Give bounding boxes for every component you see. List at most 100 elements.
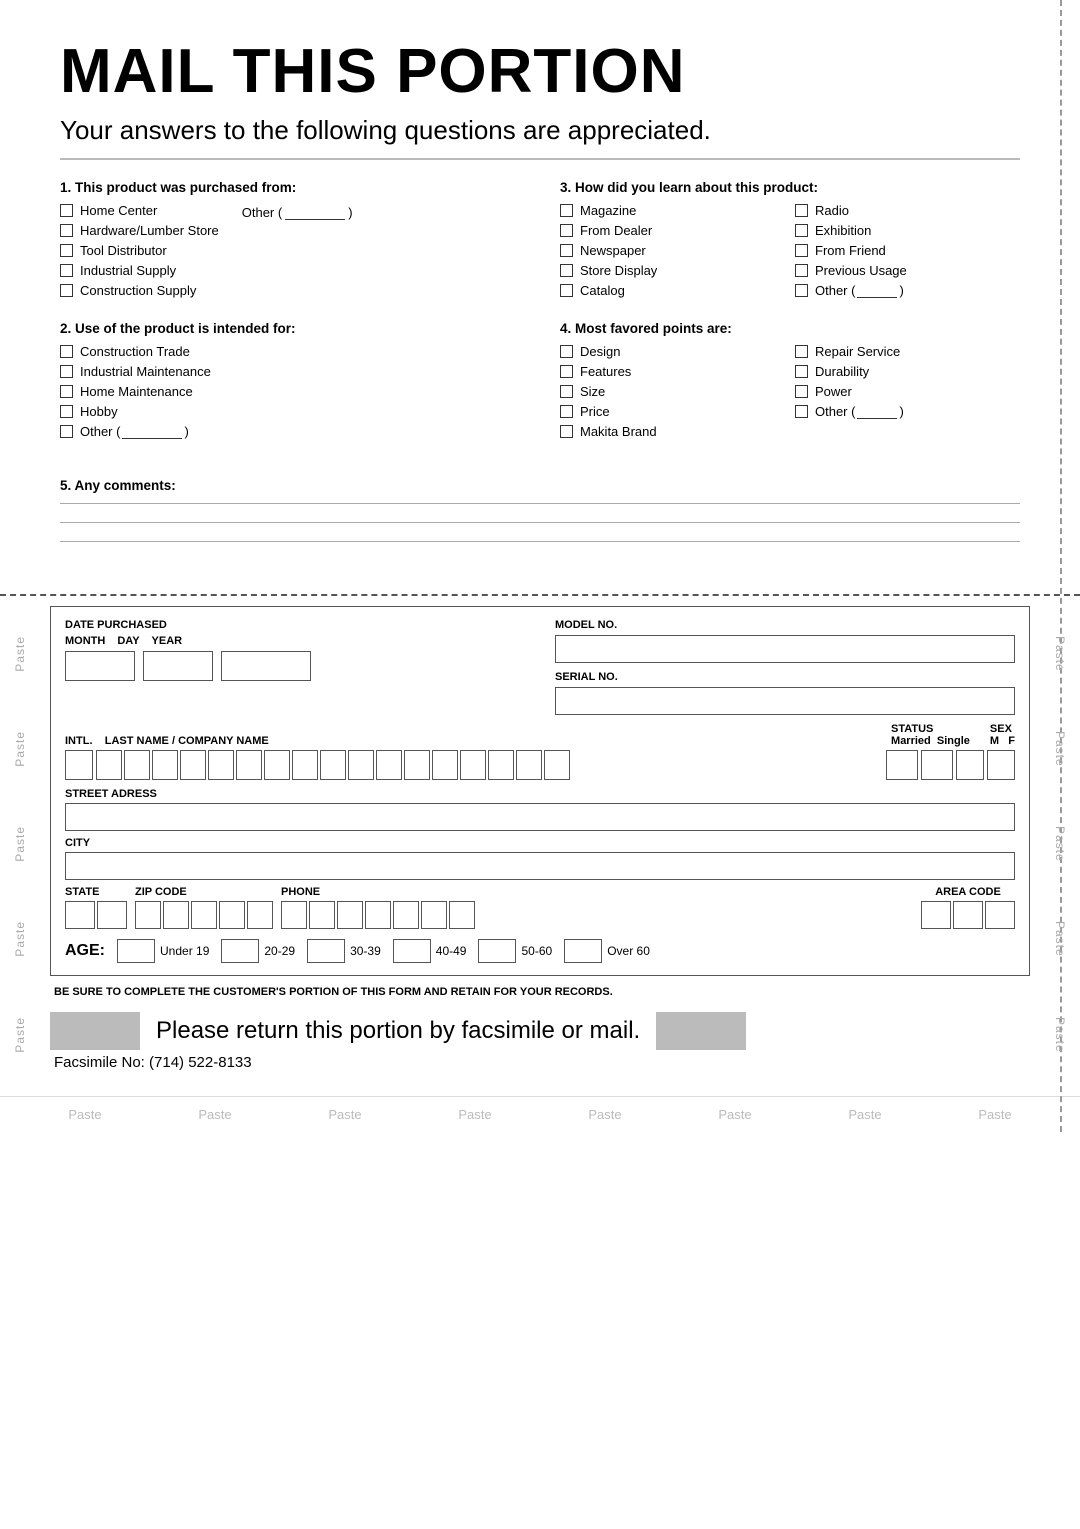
age-checkbox-30-39[interactable] xyxy=(307,939,345,963)
name-cell[interactable] xyxy=(432,750,458,780)
checkbox[interactable] xyxy=(795,345,808,358)
zip-box[interactable] xyxy=(135,901,161,929)
area-code-box-2[interactable] xyxy=(953,901,983,929)
name-cell[interactable] xyxy=(264,750,290,780)
q3-item-7[interactable]: Exhibition xyxy=(795,223,1020,238)
q4-item-2[interactable]: Features xyxy=(560,364,785,379)
checkbox[interactable] xyxy=(560,385,573,398)
phone-box[interactable] xyxy=(393,901,419,929)
q3-item-10[interactable]: Other ( ) xyxy=(795,283,1020,298)
married-box[interactable] xyxy=(886,750,918,780)
checkbox[interactable] xyxy=(60,244,73,257)
age-checkbox-40-49[interactable] xyxy=(393,939,431,963)
state-box-2[interactable] xyxy=(97,901,127,929)
q1-item-1[interactable]: Home Center xyxy=(60,203,219,218)
checkbox[interactable] xyxy=(60,425,73,438)
name-cell[interactable] xyxy=(320,750,346,780)
q3-item-1[interactable]: Magazine xyxy=(560,203,785,218)
q2-item-2[interactable]: Industrial Maintenance xyxy=(60,364,520,379)
age-20-29[interactable]: 20-29 xyxy=(221,939,295,963)
age-30-39[interactable]: 30-39 xyxy=(307,939,381,963)
year-box[interactable] xyxy=(221,651,311,681)
checkbox[interactable] xyxy=(795,244,808,257)
name-cell[interactable] xyxy=(348,750,374,780)
name-cell[interactable] xyxy=(152,750,178,780)
zip-box[interactable] xyxy=(247,901,273,929)
checkbox[interactable] xyxy=(560,224,573,237)
name-cell[interactable] xyxy=(516,750,542,780)
checkbox[interactable] xyxy=(795,385,808,398)
name-cell[interactable] xyxy=(544,750,570,780)
age-under19[interactable]: Under 19 xyxy=(117,939,209,963)
q4-item-1[interactable]: Design xyxy=(560,344,785,359)
zip-box[interactable] xyxy=(163,901,189,929)
phone-box[interactable] xyxy=(281,901,307,929)
q2-item-3[interactable]: Home Maintenance xyxy=(60,384,520,399)
checkbox[interactable] xyxy=(60,405,73,418)
q3-item-3[interactable]: Newspaper xyxy=(560,243,785,258)
model-no-box[interactable] xyxy=(555,635,1015,663)
q3-item-9[interactable]: Previous Usage xyxy=(795,263,1020,278)
age-checkbox-50-60[interactable] xyxy=(478,939,516,963)
checkbox[interactable] xyxy=(560,264,573,277)
q4-item-3[interactable]: Size xyxy=(560,384,785,399)
q2-item-4[interactable]: Hobby xyxy=(60,404,520,419)
checkbox[interactable] xyxy=(795,284,808,297)
q3-item-4[interactable]: Store Display xyxy=(560,263,785,278)
q4-item-8[interactable]: Power xyxy=(795,384,1020,399)
name-cell[interactable] xyxy=(488,750,514,780)
q3-item-2[interactable]: From Dealer xyxy=(560,223,785,238)
m-box[interactable] xyxy=(956,750,984,780)
q4-item-9[interactable]: Other ( ) xyxy=(795,404,1020,419)
q4-item-6[interactable]: Repair Service xyxy=(795,344,1020,359)
q4-item-5[interactable]: Makita Brand xyxy=(560,424,785,439)
area-code-box-1[interactable] xyxy=(921,901,951,929)
checkbox[interactable] xyxy=(60,345,73,358)
phone-box[interactable] xyxy=(337,901,363,929)
checkbox[interactable] xyxy=(560,345,573,358)
q3-item-5[interactable]: Catalog xyxy=(560,283,785,298)
intl-box[interactable] xyxy=(65,750,93,780)
state-box-1[interactable] xyxy=(65,901,95,929)
name-cell[interactable] xyxy=(460,750,486,780)
name-cell[interactable] xyxy=(404,750,430,780)
name-cell[interactable] xyxy=(292,750,318,780)
phone-box[interactable] xyxy=(309,901,335,929)
checkbox[interactable] xyxy=(60,365,73,378)
q4-item-7[interactable]: Durability xyxy=(795,364,1020,379)
phone-box[interactable] xyxy=(365,901,391,929)
q3-item-8[interactable]: From Friend xyxy=(795,243,1020,258)
checkbox[interactable] xyxy=(560,204,573,217)
age-checkbox-under19[interactable] xyxy=(117,939,155,963)
month-box[interactable] xyxy=(65,651,135,681)
phone-box[interactable] xyxy=(421,901,447,929)
zip-box[interactable] xyxy=(191,901,217,929)
checkbox[interactable] xyxy=(60,224,73,237)
age-40-49[interactable]: 40-49 xyxy=(393,939,467,963)
name-cell[interactable] xyxy=(96,750,122,780)
street-box[interactable] xyxy=(65,803,1015,831)
area-code-box-3[interactable] xyxy=(985,901,1015,929)
checkbox[interactable] xyxy=(60,385,73,398)
checkbox[interactable] xyxy=(560,244,573,257)
checkbox[interactable] xyxy=(795,204,808,217)
day-box[interactable] xyxy=(143,651,213,681)
q4-item-4[interactable]: Price xyxy=(560,404,785,419)
phone-box[interactable] xyxy=(449,901,475,929)
q1-item-2[interactable]: Hardware/Lumber Store xyxy=(60,223,219,238)
checkbox[interactable] xyxy=(560,405,573,418)
checkbox[interactable] xyxy=(60,204,73,217)
checkbox[interactable] xyxy=(795,365,808,378)
q1-item-4[interactable]: Industrial Supply xyxy=(60,263,219,278)
q1-item-5[interactable]: Construction Supply xyxy=(60,283,219,298)
serial-no-box[interactable] xyxy=(555,687,1015,715)
checkbox[interactable] xyxy=(560,284,573,297)
name-cell[interactable] xyxy=(208,750,234,780)
q1-item-3[interactable]: Tool Distributor xyxy=(60,243,219,258)
name-cell[interactable] xyxy=(124,750,150,780)
age-over60[interactable]: Over 60 xyxy=(564,939,650,963)
age-checkbox-20-29[interactable] xyxy=(221,939,259,963)
checkbox[interactable] xyxy=(560,425,573,438)
age-50-60[interactable]: 50-60 xyxy=(478,939,552,963)
checkbox[interactable] xyxy=(795,405,808,418)
